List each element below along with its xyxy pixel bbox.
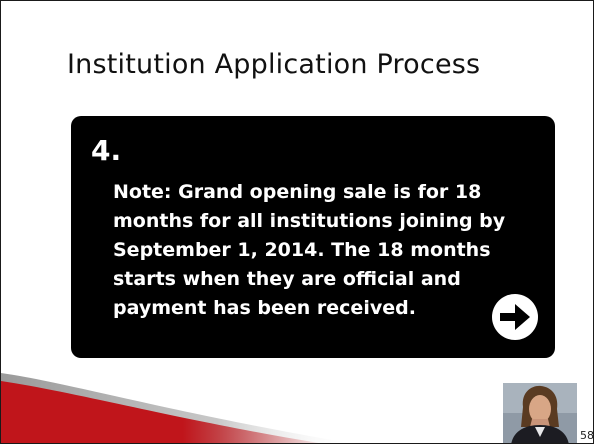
slide-title: Institution Application Process bbox=[67, 49, 481, 80]
next-arrow-button[interactable] bbox=[491, 293, 539, 341]
step-card: 4. Note: Grand opening sale is for 18 mo… bbox=[71, 116, 555, 358]
note-text: Note: Grand opening sale is for 18 month… bbox=[113, 181, 506, 319]
slide: Institution Application Process 4. Note:… bbox=[0, 0, 594, 444]
step-number: 4. bbox=[91, 134, 122, 167]
page-number: 58 bbox=[580, 429, 594, 442]
decorative-swoosh bbox=[1, 373, 350, 443]
presenter-photo bbox=[503, 383, 577, 443]
arrow-right-circle-icon bbox=[492, 294, 538, 340]
